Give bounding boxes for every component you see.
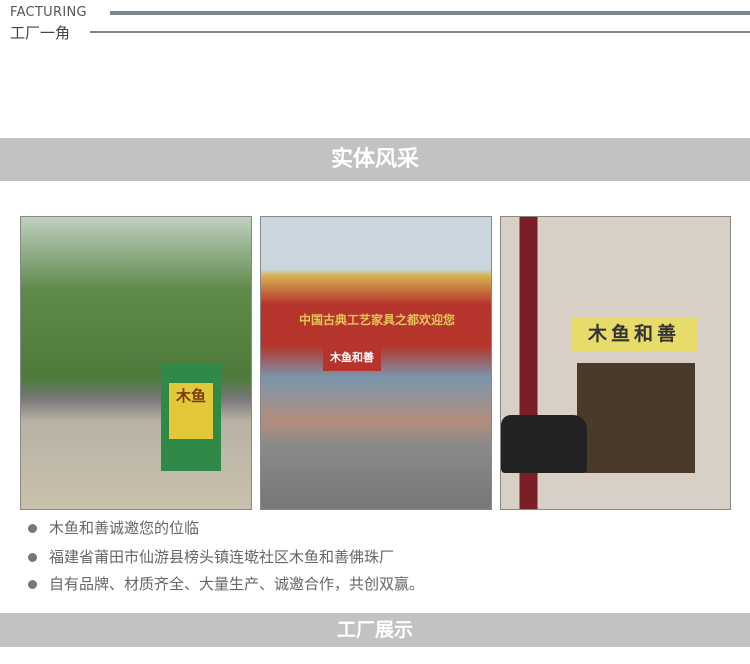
header-english: FACTURING [10,5,87,20]
bullet-item: 福建省莆田市仙游县榜头镇连墘社区木鱼和善佛珠厂 [28,546,394,567]
sign-text: 木鱼 [169,383,213,439]
photo-street-arch: 中国古典工艺家具之都欢迎您 木鱼和善 [260,216,492,510]
billboard-logo: 木鱼和善 [323,345,381,371]
divider [90,31,750,33]
section-banner: 实体风采 [0,138,750,181]
photo-storefront-sign: 木鱼 [20,216,252,510]
bullet-item: 自有品牌、材质齐全、大量生产、诚邀合作，共创双赢。 [28,573,424,594]
shop-sign: 木鱼和善 [571,317,697,351]
divider [110,11,750,15]
section-banner: 工厂展示 [0,613,750,647]
bullet-item: 木鱼和善诚邀您的位临 [28,517,199,538]
car [501,415,587,473]
photo-shop-front: 木鱼和善 [500,216,731,510]
header-chinese: 工厂一角 [10,24,71,42]
shop-door [577,363,695,473]
arch-text: 中国古典工艺家具之都欢迎您 [298,313,455,327]
green-sign: 木鱼 [161,363,221,471]
